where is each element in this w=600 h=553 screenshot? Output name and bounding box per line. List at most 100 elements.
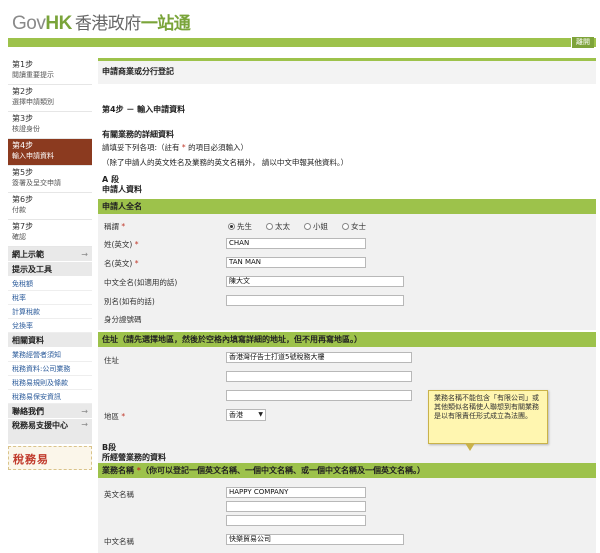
tool-link-tax-calculator[interactable]: 計算稅款 — [8, 305, 92, 319]
required-star: * — [134, 259, 139, 268]
instruction-text-a: 請填妥下列各項:（註有 — [102, 143, 180, 152]
address-line-1[interactable]: 香港灣仔告士打道5號稅務大樓 — [226, 352, 412, 363]
section-subtitle: 有關業務的詳細資料 — [102, 130, 174, 139]
section-b-title: 所經營業務的資料 — [102, 453, 166, 462]
english-name-input-1[interactable]: HAPPY COMPANY — [226, 487, 366, 498]
section-b-label: B段 — [102, 443, 117, 452]
district-label-text: 地區 — [104, 412, 119, 421]
logout-button[interactable]: 離開 — [571, 37, 594, 48]
contact-us-label: 聯絡我們 — [12, 407, 44, 416]
online-demo-link[interactable]: 網上示範 → — [8, 247, 92, 262]
sidebar: 第1步閱讀重要提示 第2步選擇申請類別 第3步核證身份 第4步 輸入申請資料 第5… — [8, 58, 92, 470]
district-select[interactable]: 香港 ▼ — [226, 409, 266, 421]
tool-link-tax-rates[interactable]: 稅率 — [8, 291, 92, 305]
required-star: * — [134, 240, 139, 249]
radio-icon — [266, 223, 273, 230]
step-6: 第6步 付款 — [8, 193, 92, 220]
step-desc: 簽署及呈交申請 — [12, 179, 61, 187]
address-line-3[interactable] — [226, 390, 412, 401]
step-title: 第1步 — [12, 60, 34, 69]
main-content: 申請商業或分行登記 第4步 － 輸入申請資料 有關業務的詳細資料 請填妥下列各項… — [98, 58, 596, 553]
related-link-terms[interactable]: 稅務易規則及條款 — [8, 376, 92, 390]
related-link-security[interactable]: 稅務易保安資訊 — [8, 390, 92, 404]
radio-mrs-label: 太太 — [275, 222, 290, 231]
address-bar: 住址（請先選擇地區，然後於空格內填寫詳細的地址，但不用再寫地區。） — [98, 332, 596, 347]
radio-icon — [342, 223, 349, 230]
required-star: * — [181, 143, 186, 152]
arrow-right-icon: → — [81, 420, 88, 429]
section-a-heading: A 段申請人資料 — [102, 175, 142, 195]
chinese-name-input[interactable]: 陳大文 — [226, 276, 404, 287]
top-green-bar — [8, 38, 596, 47]
section-a-label: A 段 — [102, 175, 119, 184]
radio-mrs[interactable]: 太太 — [266, 221, 290, 232]
related-link-business-notes[interactable]: 業務經營者須知 — [8, 348, 92, 362]
step-3: 第3步核證身份 — [8, 112, 92, 139]
related-info-label: 相關資料 — [12, 336, 44, 345]
radio-miss[interactable]: 小姐 — [304, 221, 328, 232]
step-title: 第7步 — [12, 222, 34, 231]
step-title: 第3步 — [12, 114, 34, 123]
step-desc: 付款 — [12, 206, 26, 214]
step-desc: 閱讀重要提示 — [12, 71, 54, 79]
site-header: GovHK 香港政府一站通 — [0, 0, 600, 40]
step-7: 第7步確認 — [8, 220, 92, 247]
address-label: 住址 — [104, 356, 119, 365]
surname-input[interactable]: CHAN — [226, 238, 366, 249]
govhk-logo[interactable]: GovHK 香港政府一站通 — [12, 9, 191, 35]
step-desc: 選擇申請類別 — [12, 98, 54, 106]
business-name-note: （你可以登記一個英文名稱、一個中文名稱、或一個中文名稱及一個英文名稱。） — [140, 466, 425, 475]
title-label-text: 稱謂 — [104, 222, 119, 231]
radio-mr[interactable]: 先生 — [228, 221, 252, 232]
step-2: 第2步選擇申請類別 — [8, 85, 92, 112]
business-name-tooltip: 業務名稱不能包含「有限公司」或其他類似名稱使人聯想到有關業務是以有限責任形式成立… — [428, 390, 548, 451]
required-star: * — [121, 222, 126, 231]
alias-input[interactable] — [226, 295, 404, 306]
english-name-input-2[interactable] — [226, 501, 366, 512]
tips-tools-heading: 提示及工具 — [8, 262, 92, 277]
district-value: 香港 — [229, 411, 243, 419]
contact-us-link[interactable]: 聯絡我們 → — [8, 404, 92, 419]
arrow-right-icon: → — [81, 250, 88, 259]
english-name-input-3[interactable] — [226, 515, 366, 526]
address-bar-label: 住址 — [102, 335, 118, 344]
step-title: 第4步 — [12, 141, 34, 150]
step-1: 第1步閱讀重要提示 — [8, 58, 92, 85]
business-name-bar: 業務名稱 *（你可以登記一個英文名稱、一個中文名稱、或一個中文名稱及一個英文名稱… — [98, 463, 596, 478]
logo-hk-text: HK — [45, 13, 72, 34]
step-title: 第2步 — [12, 87, 34, 96]
logo-zh-text: 香港政府 — [74, 14, 142, 34]
related-info-heading: 相關資料 — [8, 333, 92, 348]
radio-miss-label: 小姐 — [313, 222, 328, 231]
arrow-right-icon: → — [81, 407, 88, 416]
tool-link-allowances[interactable]: 免稅額 — [8, 277, 92, 291]
radio-ms-label: 女士 — [351, 222, 366, 231]
etax-brand-logo: 稅務易 — [8, 446, 92, 470]
tips-tools-label: 提示及工具 — [12, 265, 52, 274]
related-link-company-tax[interactable]: 稅務資料:公司業務 — [8, 362, 92, 376]
title-label: 稱謂 * — [104, 221, 125, 232]
radio-mr-label: 先生 — [237, 222, 252, 231]
chevron-down-icon: ▼ — [258, 411, 263, 418]
step-heading: 第4步 － 輸入申請資料 — [102, 105, 186, 114]
step-desc: 核證身份 — [12, 125, 40, 133]
support-centre-link[interactable]: 稅務易支援中心 → — [8, 419, 92, 445]
support-centre-label: 稅務易支援中心 — [12, 421, 68, 430]
section-a-title: 申請人資料 — [102, 185, 142, 194]
surname-label-text: 姓(英文) — [104, 240, 133, 249]
chinese-biz-name-label: 中文名稱 — [104, 537, 134, 546]
english-name-label: 英文名稱 — [104, 490, 134, 499]
step-title: 第5步 — [12, 168, 34, 177]
required-star: * — [121, 412, 126, 421]
radio-ms[interactable]: 女士 — [342, 221, 366, 232]
chinese-biz-name-input[interactable]: 快樂貿易公司 — [226, 534, 404, 545]
logo-zh2-text: 一站通 — [140, 14, 191, 34]
address-line-2[interactable] — [226, 371, 412, 382]
given-name-label: 名(英文) * — [104, 258, 139, 269]
radio-icon — [304, 223, 311, 230]
tool-link-exchange-rates[interactable]: 兌換率 — [8, 319, 92, 333]
online-demo-label: 網上示範 — [12, 250, 44, 259]
step-4-active: 第4步 輸入申請資料 — [8, 139, 92, 166]
given-name-input[interactable]: TAN MAN — [226, 257, 366, 268]
step-desc: 確認 — [12, 233, 26, 241]
